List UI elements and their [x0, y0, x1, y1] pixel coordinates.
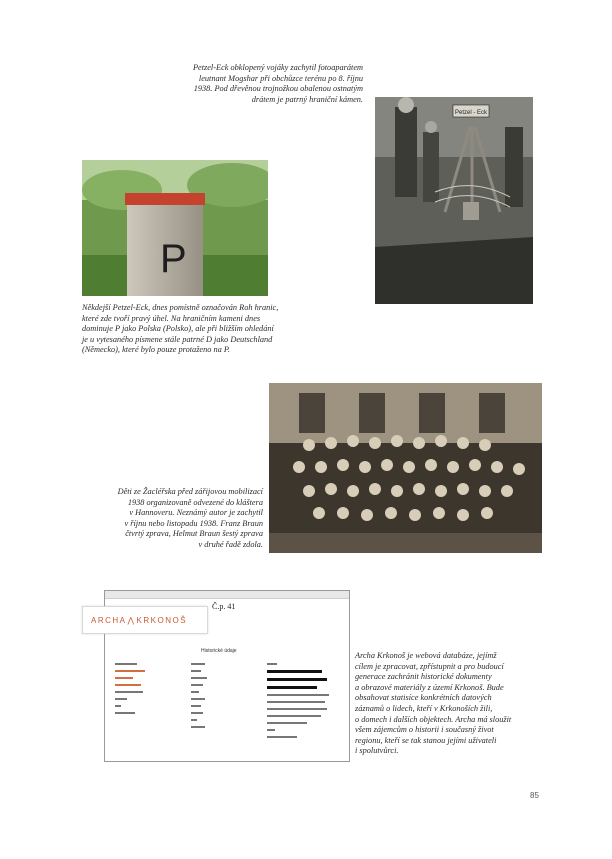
caption-line: v říjnu nebo listopadu 1938. Franz Braun: [124, 518, 263, 528]
archa-krkonos-logo: ARCHA⋀KRKONOŠ: [82, 606, 208, 634]
caption-line: 1938. Pod dřevěnou trojnožkou obalenou o…: [193, 84, 363, 94]
section-heading: Historické údaje: [201, 648, 237, 654]
record-title: Č.p. 41: [212, 602, 236, 611]
caption-soldiers: Petzel-Eck obklopený vojáky zachytil fot…: [193, 63, 363, 105]
caption-line: Někdejší Petzel-Eck, dnes pomístně označ…: [82, 303, 279, 312]
caption-line: drátem je patrný hraniční kámen.: [251, 94, 363, 104]
browser-bar: [105, 591, 349, 599]
sign-text: Petzel - Eck: [455, 110, 488, 116]
caption-line: Archa Krkonoš je webová databáze, jejímž: [355, 651, 497, 660]
caption-line: regionu, kteří se tak stanou jejími uživ…: [355, 735, 497, 745]
caption-line: které zde tvoří pravý úhel. Na hraničním…: [82, 313, 261, 323]
caption-stone: Někdejší Petzel-Eck, dnes pomístně označ…: [82, 303, 278, 356]
db-column-middle: [191, 663, 231, 733]
caption-line: obsahovat statisíce konkrétních datových: [355, 693, 492, 703]
caption-line: i spolutvůrci.: [355, 746, 399, 756]
caption-line: cílem je zpracovat, zpřístupnit a pro bu…: [355, 661, 504, 671]
photo-soldiers-drawing: Petzel - Eck: [375, 97, 533, 304]
caption-line: 1938 organizovaně odvezené do kláštera: [127, 497, 263, 507]
caption-children: Děti ze Žacléřska před zářijovou mobiliz…: [118, 487, 263, 551]
photo-stone-drawing: P: [82, 160, 268, 296]
caption-line: leutnant Mogshar při obchůzce terénu po …: [198, 73, 363, 83]
db-column-left: [115, 663, 155, 719]
caption-line: (Německo), které bylo pouze protaženo na…: [82, 345, 230, 355]
logo-word-left: ARCHA: [91, 616, 127, 625]
logo-mark-icon: ⋀: [127, 616, 136, 625]
photo-children-group: [269, 383, 542, 553]
caption-line: čtvrtý zprava, Helmut Braun šestý zprava: [125, 529, 263, 539]
stone-letter: P: [160, 237, 187, 281]
caption-line: je u vytesaného písmene stále patrné D j…: [82, 334, 273, 344]
caption-line: dominuje P jako Polska (Polsko), ale při…: [82, 324, 274, 334]
logo-word-right: KRKONOŠ: [136, 616, 188, 625]
caption-line: záznamů o lidech, kteří v Krkonoších žil…: [355, 703, 493, 713]
caption-line: v Hannoveru. Neznámý autor je zachytil: [129, 508, 263, 518]
photo-soldiers: Petzel - Eck: [375, 97, 533, 304]
caption-line: Děti ze Žacléřska před zářijovou mobiliz…: [117, 487, 263, 496]
page-number: 85: [530, 791, 539, 800]
photo-children-drawing: [269, 383, 542, 553]
db-column-right: [267, 663, 337, 743]
caption-line: Petzel-Eck obklopený vojáky zachytil fot…: [192, 63, 363, 72]
logo-text: ARCHA⋀KRKONOŠ: [91, 616, 187, 625]
caption-archa: Archa Krkonoš je webová databáze, jejímž…: [355, 651, 511, 757]
caption-line: o domech i dalších objektech. Archa má s…: [355, 714, 512, 724]
caption-line: a obrazové materiály z území Krkonoš. Bu…: [355, 682, 504, 692]
caption-line: všem zájemcům o historii i současný živo…: [355, 725, 494, 735]
photo-boundary-stone: P: [82, 160, 268, 296]
caption-line: v druhé řadě zdola.: [198, 539, 263, 549]
caption-line: generace zachránit historické dokumenty: [355, 672, 492, 682]
